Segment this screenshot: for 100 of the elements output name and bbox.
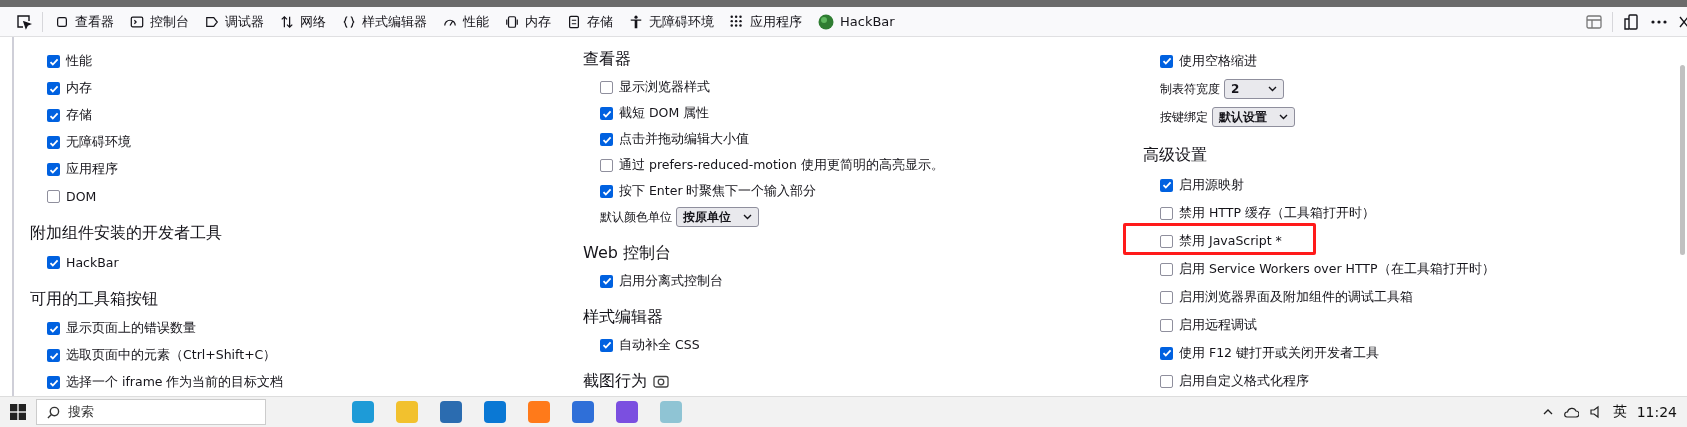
search-icon [47,405,60,419]
caret-icon [1279,114,1288,120]
checkbox[interactable] [47,376,60,389]
option-label: 存储 [66,107,92,124]
section-heading: 高级设置 [1143,143,1208,166]
toolbar-tab[interactable]: 样式编辑器 [334,7,435,36]
checkbox[interactable] [1160,234,1173,248]
option-label: 无障碍环境 [66,134,131,151]
toolbar-tab[interactable]: 应用程序 [722,7,810,36]
section-heading: 查看器 [583,48,632,71]
checkbox[interactable] [1160,346,1173,360]
section-heading: 可用的工具箱按钮 [30,288,159,310]
option-label: 显示页面上的错误数量 [66,320,196,337]
app-icon[interactable] [572,401,594,423]
checkbox[interactable] [1160,318,1173,332]
toolbar-tab[interactable]: 内存 [497,7,559,36]
option-label: 点击并拖动编辑大小值 [619,131,749,149]
option-label: 性能 [66,53,92,70]
caret-icon [1268,86,1277,92]
input-language[interactable]: 英 [1612,403,1627,421]
terminal-icon [130,14,144,29]
toolbar-tab[interactable]: 调试器 [197,7,272,36]
option-label: HackBar [66,255,119,270]
select-label: 制表符宽度 [1160,80,1220,98]
option-label: 自动补全 CSS [619,336,700,354]
file-icon [567,14,581,29]
select-label: 按键绑定 [1160,108,1208,126]
globe-icon [818,13,834,30]
option-label: 显示浏览器样式 [619,79,710,97]
checkbox[interactable] [47,82,60,95]
toolbar-tab[interactable]: 网络 [272,7,334,36]
option-label: 截短 DOM 属性 [619,105,710,123]
tag-icon [205,14,219,29]
option-label: 使用空格缩进 [1179,52,1257,70]
toolbar-tab[interactable]: HackBar [810,7,903,36]
section-heading: 附加组件安装的开发者工具 [30,222,223,244]
checkbox[interactable] [47,55,60,68]
checkbox[interactable] [47,136,60,149]
toolbar-tab[interactable]: 查看器 [47,7,122,36]
checkbox[interactable] [1160,178,1173,192]
checkbox[interactable] [600,338,613,352]
toolbar-tab[interactable]: 控制台 [122,7,197,36]
section-heading: Web 控制台 [583,241,672,264]
checkbox[interactable] [47,322,60,335]
option-label: 使用 F12 键打开或关闭开发者工具 [1179,344,1380,362]
camera-icon [653,374,669,389]
option-label: 禁用 HTTP 缓存（工具箱打开时） [1179,204,1375,222]
checkbox[interactable] [600,81,613,95]
toolbar-tab[interactable]: 无障碍环境 [621,7,722,36]
section-heading: 样式编辑器 [583,305,664,328]
checkbox[interactable] [47,163,60,176]
option-label: 按下 Enter 时聚焦下一个输入部分 [619,183,817,201]
option-label: 启用远程调试 [1179,316,1257,334]
dropdown[interactable]: 按原单位 [676,207,759,228]
dropdown[interactable]: 2 [1224,79,1284,99]
checkbox[interactable] [47,109,60,122]
option-label: 通过 prefers-reduced-motion 使用更简明的高亮显示。 [619,157,944,175]
checkbox[interactable] [47,190,60,203]
option-label: 启用浏览器界面及附加组件的调试工具箱 [1179,288,1413,306]
option-label: 禁用 JavaScript * [1179,232,1282,250]
option-label: 选择一个 iframe 作为当前的目标文档 [66,374,284,391]
checkbox[interactable] [600,133,613,147]
select-label: 默认颜色单位 [600,209,672,226]
option-label: 启用分离式控制台 [619,272,723,290]
checkbox[interactable] [600,185,613,199]
option-label: 应用程序 [66,161,118,178]
toolbar-tab[interactable]: 性能 [435,7,497,36]
clock-time[interactable]: 11:24 [1636,404,1677,420]
option-label: 内存 [66,80,92,97]
app-icon[interactable] [616,401,638,423]
checkbox[interactable] [1160,262,1173,276]
scrollbar[interactable] [1680,65,1685,255]
section-heading: 截图行为 [583,370,647,392]
option-label: 启用自定义格式化程序 [1179,372,1309,390]
arrows-icon [280,14,294,29]
checkbox[interactable] [600,159,613,173]
cloud-icon[interactable] [1562,406,1579,418]
checkbox[interactable] [600,107,613,121]
checkbox[interactable] [1160,374,1173,388]
chip-icon [505,14,519,29]
option-label: DOM [66,189,97,204]
checkbox[interactable] [47,256,60,269]
dropdown[interactable]: 默认设置 [1212,107,1295,127]
option-label: 启用 Service Workers over HTTP（在工具箱打开时） [1179,260,1495,278]
windows-icon[interactable] [10,404,26,420]
checkbox[interactable] [47,349,60,362]
checkbox[interactable] [1160,290,1173,304]
person-icon [629,14,643,29]
search-field[interactable]: 搜索 [36,399,266,425]
store-icon[interactable] [440,401,462,423]
option-label: 选取页面中的元素（Ctrl+Shift+C） [66,347,277,364]
checkbox[interactable] [1160,206,1173,220]
checkbox[interactable] [600,274,613,288]
braces-icon [342,14,356,29]
caret-icon [743,214,752,221]
mail-icon[interactable] [484,401,506,423]
checkbox[interactable] [1160,54,1173,68]
option-label: 启用源映射 [1179,176,1244,194]
toolbar-tab[interactable]: 存储 [559,7,621,36]
caret-up-icon[interactable] [1542,409,1553,415]
